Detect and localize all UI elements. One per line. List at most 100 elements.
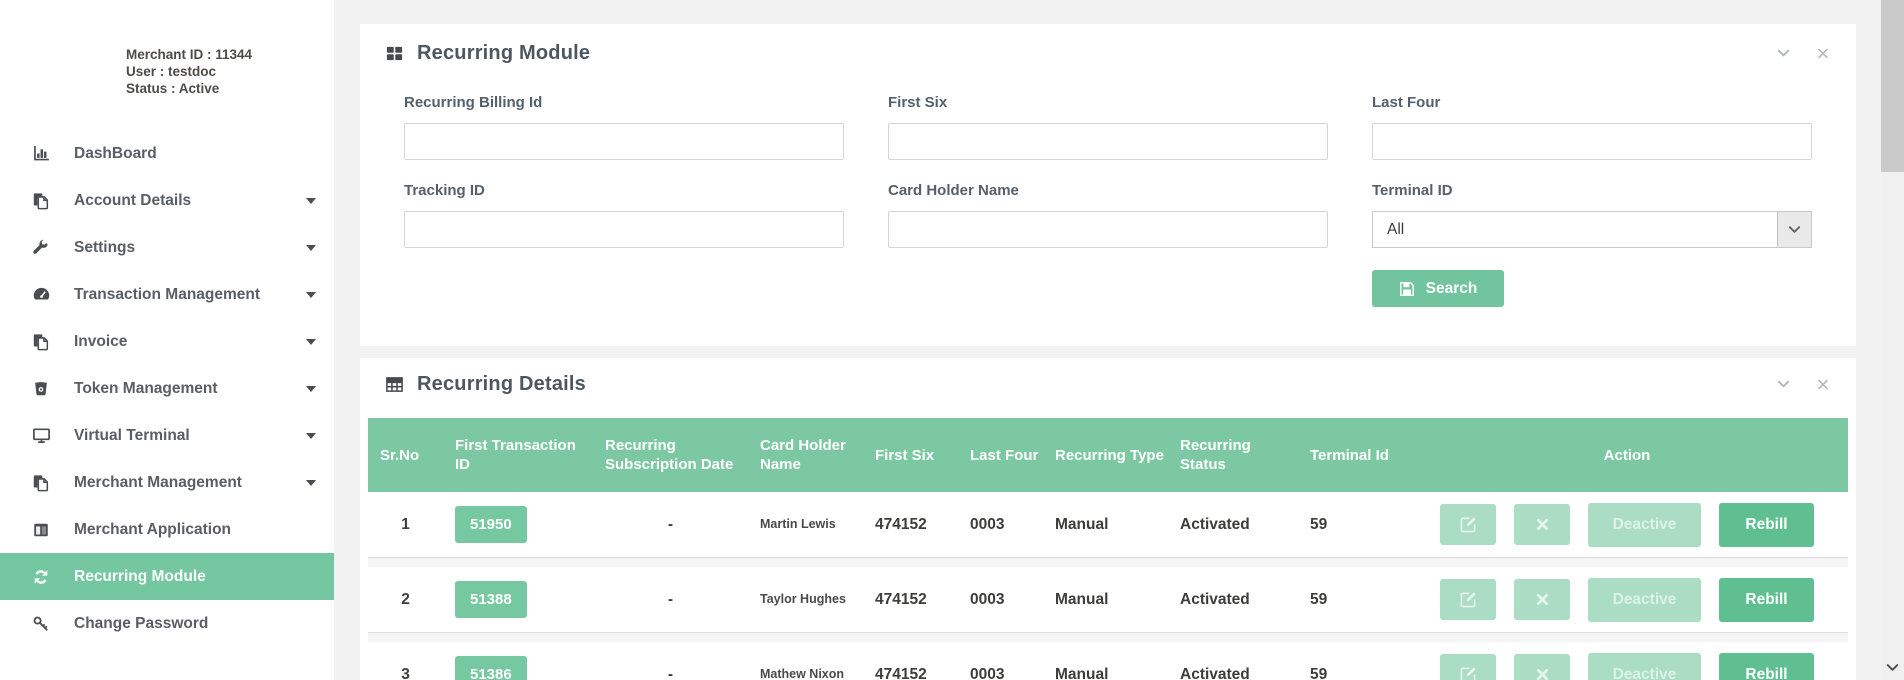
rebill-button[interactable]: Rebill — [1719, 578, 1814, 622]
page: Merchant ID : 11344 User : testdoc Statu… — [0, 0, 1904, 680]
merchant-user-text: User : testdoc — [126, 63, 334, 80]
cell-recurring-status: Activated — [1168, 666, 1298, 680]
scroll-down-button[interactable] — [1881, 654, 1904, 680]
sidebar-item-invoice[interactable]: Invoice — [0, 318, 334, 365]
search-button[interactable]: Search — [1372, 270, 1504, 307]
column-header-last-four: Last Four — [958, 446, 1043, 465]
recurring-module-card-header: Recurring Module — [360, 24, 1856, 82]
cell-first-six: 474152 — [863, 516, 958, 534]
column-header-recurring-subscription-date: Recurring Subscription Date — [593, 436, 748, 474]
close-icon[interactable] — [1816, 46, 1830, 60]
collapse-chevron-icon[interactable] — [1776, 46, 1791, 61]
column-header-first-six: First Six — [863, 446, 958, 465]
sidebar-item-recurring-module[interactable]: Recurring Module — [0, 553, 334, 600]
sidebar-item-change-password[interactable]: Change Password — [0, 600, 334, 647]
cell-last-four: 0003 — [958, 591, 1043, 609]
sidebar-item-merchant-application[interactable]: Merchant Application — [0, 506, 334, 553]
refresh-icon — [29, 568, 53, 586]
cell-recurring-type: Manual — [1043, 591, 1168, 609]
files-icon — [29, 192, 53, 210]
cell-terminal-id: 59 — [1298, 666, 1406, 680]
form-field: Terminal ID All — [1372, 182, 1812, 248]
sidebar-item-settings[interactable]: Settings — [0, 224, 334, 271]
save-icon — [1399, 281, 1415, 297]
cell-card-holder-name: Taylor Hughes — [748, 592, 848, 607]
wrench-icon — [29, 239, 53, 257]
cell-recurring-status: Activated — [1168, 591, 1298, 609]
sidebar-item-dashboard[interactable]: DashBoard — [0, 130, 334, 177]
rebill-button[interactable]: Rebill — [1719, 503, 1814, 547]
cell-terminal-id: 59 — [1298, 591, 1406, 609]
column-header-srno: Sr.No — [368, 446, 443, 465]
sidebar-item-token-management[interactable]: Token Management — [0, 365, 334, 412]
recurring-details-table: Sr.NoFirst Transaction IDRecurring Subsc… — [368, 418, 1848, 680]
edit-button[interactable] — [1440, 579, 1496, 620]
cell-recurring-type: Manual — [1043, 516, 1168, 534]
scrollbar-thumb[interactable] — [1881, 0, 1904, 172]
field-label: Terminal ID — [1372, 182, 1812, 199]
cancel-x-button[interactable] — [1514, 579, 1570, 620]
cell-action: Deactive Rebill — [1406, 578, 1848, 622]
form-field: Tracking ID — [404, 182, 844, 248]
sidebar-item-transaction-management[interactable]: Transaction Management — [0, 271, 334, 318]
cell-first-transaction-id: 51950 — [443, 506, 593, 543]
cell-recurring-type: Manual — [1043, 666, 1168, 680]
recurring-details-card-header: Recurring Details — [360, 358, 1856, 410]
deactive-button[interactable]: Deactive — [1588, 503, 1701, 547]
cell-first-transaction-id: 51388 — [443, 581, 593, 618]
bucket-icon — [29, 380, 53, 398]
merchant-status-text: Status : Active — [126, 80, 334, 97]
table-row: 151950-Martin Lewis4741520003ManualActiv… — [368, 492, 1848, 558]
transaction-id-button[interactable]: 51388 — [455, 581, 527, 618]
files-icon — [29, 474, 53, 492]
files-icon — [29, 333, 53, 351]
tracking-id-input[interactable] — [404, 211, 844, 248]
cell-last-four: 0003 — [958, 666, 1043, 680]
card-tools — [1776, 46, 1830, 61]
recurring-billing-id-input[interactable] — [404, 123, 844, 160]
transaction-id-button[interactable]: 51386 — [455, 656, 527, 680]
form-field: Card Holder Name — [888, 182, 1328, 248]
cell-first-transaction-id: 51386 — [443, 656, 593, 680]
cell-recurring-subscription-date: - — [593, 516, 748, 534]
sidebar: Merchant ID : 11344 User : testdoc Statu… — [0, 0, 334, 680]
caret-down-icon — [306, 198, 316, 204]
deactive-button[interactable]: Deactive — [1588, 578, 1701, 622]
cancel-x-button[interactable] — [1514, 654, 1570, 680]
merchant-id-text: Merchant ID : 11344 — [126, 46, 334, 63]
field-label: Recurring Billing Id — [404, 94, 844, 111]
sidebar-item-virtual-terminal[interactable]: Virtual Terminal — [0, 412, 334, 459]
edit-button[interactable] — [1440, 504, 1496, 545]
sidebar-item-account-details[interactable]: Account Details — [0, 177, 334, 224]
card-holder-name-input[interactable] — [888, 211, 1328, 248]
edit-button[interactable] — [1440, 654, 1496, 680]
collapse-chevron-icon[interactable] — [1776, 377, 1791, 392]
caret-down-icon — [306, 433, 316, 439]
form-field: Recurring Billing Id — [404, 94, 844, 160]
columns-icon — [29, 521, 53, 539]
column-header-recurring-type: Recurring Type — [1043, 446, 1168, 465]
transaction-id-button[interactable]: 51950 — [455, 506, 527, 543]
sidebar-item-merchant-management[interactable]: Merchant Management — [0, 459, 334, 506]
cell-first-six: 474152 — [863, 666, 958, 680]
cell-card-holder-name: Mathew Nixon — [748, 667, 848, 680]
caret-down-icon — [306, 292, 316, 298]
close-icon[interactable] — [1816, 377, 1830, 391]
form-field: Last Four — [1372, 94, 1812, 160]
last-four-input[interactable] — [1372, 123, 1812, 160]
cell-srno: 2 — [368, 591, 443, 609]
field-label: Last Four — [1372, 94, 1812, 111]
deactive-button[interactable]: Deactive — [1588, 653, 1701, 680]
card-title: Recurring Details — [417, 373, 586, 396]
table-body: 151950-Martin Lewis4741520003ManualActiv… — [368, 492, 1848, 680]
rebill-button[interactable]: Rebill — [1719, 653, 1814, 680]
bar-chart-icon — [29, 144, 53, 163]
cancel-x-button[interactable] — [1514, 504, 1570, 545]
caret-down-icon — [306, 245, 316, 251]
column-header-action: Action — [1406, 446, 1848, 465]
terminal-id-select[interactable]: All — [1372, 211, 1812, 248]
cell-recurring-subscription-date: - — [593, 591, 748, 609]
card-tools — [1776, 377, 1830, 392]
first-six-input[interactable] — [888, 123, 1328, 160]
gauge-icon — [29, 285, 53, 304]
